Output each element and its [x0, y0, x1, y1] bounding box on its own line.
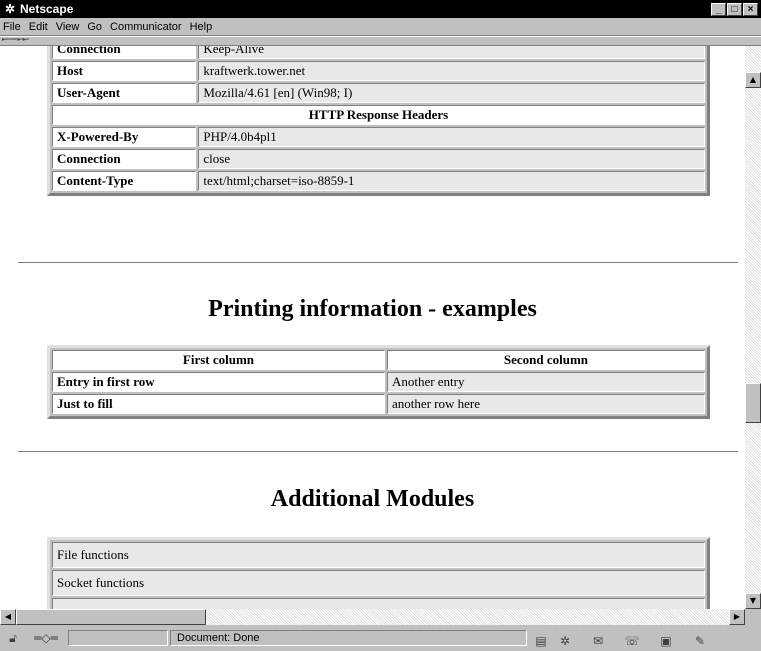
vertical-scroll-thumb[interactable]	[745, 383, 761, 423]
request-headers-table: Connection Keep-Alive Host kraftwerk.tow…	[47, 46, 710, 196]
scrollbar-corner	[745, 609, 761, 625]
menu-bar: File Edit View Go Communicator Help	[0, 18, 761, 36]
window-title: Netscape	[20, 2, 74, 16]
table-cell: Entry in first row	[52, 372, 385, 392]
table-row	[52, 598, 705, 609]
header-key: X-Powered-By	[52, 127, 197, 147]
header-value: kraftwerk.tower.net	[198, 61, 705, 81]
status-message-field: Document: Done	[170, 630, 527, 646]
status-text: Document: Done	[177, 632, 260, 644]
toolbar-grip-tabs[interactable]: ▸▫▫▫▫▫▫▫▫▫▫▫▫▸▫▫▫▸▫▫▫	[2, 37, 72, 43]
close-button[interactable]: ×	[743, 2, 758, 16]
header-value: Keep-Alive	[198, 46, 705, 59]
table-row: Host kraftwerk.tower.net	[52, 61, 705, 81]
table-row: Just to fill another row here	[52, 394, 705, 414]
netscape-window: ✲ Netscape _ □ × File Edit View Go Commu…	[0, 0, 761, 651]
address-book-icon[interactable]: ▣	[655, 634, 677, 648]
divider	[18, 262, 738, 264]
horizontal-scrollbar[interactable]: ◀ ▶	[0, 609, 745, 625]
component-bar: ▤ ✲ ✉ ☏ ▣ ✎	[529, 630, 761, 648]
printing-table: First column Second column Entry in firs…	[47, 345, 710, 419]
menu-help[interactable]: Help	[190, 21, 213, 33]
header-key: Connection	[52, 46, 197, 59]
response-headers-heading: HTTP Response Headers	[52, 105, 705, 125]
status-bar: 🔓︎ ═◇═ Document: Done ▤ ✲ ✉ ☏ ▣ ✎	[0, 627, 761, 651]
menu-file[interactable]: File	[3, 21, 21, 33]
divider	[18, 451, 738, 453]
scroll-up-icon[interactable]: ▲	[745, 72, 761, 88]
header-value: close	[198, 149, 705, 169]
header-key: Content-Type	[52, 171, 197, 191]
mailbox-icon[interactable]: ✉	[587, 634, 609, 648]
table-row: HTTP Response Headers	[52, 105, 705, 125]
module-item	[52, 598, 705, 609]
header-value: text/html;charset=iso-8859-1	[198, 171, 705, 191]
table-cell: Just to fill	[52, 394, 385, 414]
table-row: Content-Type text/html;charset=iso-8859-…	[52, 171, 705, 191]
discussion-groups-icon[interactable]: ☏	[621, 634, 643, 648]
table-row: Socket functions	[52, 570, 705, 596]
connection-status-icon: ═◇═	[34, 631, 58, 645]
header-key: Connection	[52, 149, 197, 169]
module-item: File functions	[52, 542, 705, 568]
header-value: Mozilla/4.61 [en] (Win98; I)	[198, 83, 705, 103]
menu-go[interactable]: Go	[87, 21, 102, 33]
collapsed-toolbars[interactable]: ▸▫▫▫▫▫▫▫▫▫▫▫▫▸▫▫▫▸▫▫▫	[0, 36, 761, 46]
horizontal-scroll-thumb[interactable]	[16, 609, 206, 625]
grip-icon[interactable]: ▤	[533, 634, 549, 648]
title-bar: ✲ Netscape _ □ ×	[0, 0, 761, 18]
header-value: PHP/4.0b4pl1	[198, 127, 705, 147]
table-row: First column Second column	[52, 350, 705, 370]
security-lock-icon[interactable]: 🔓︎	[4, 631, 22, 645]
scroll-right-icon[interactable]: ▶	[729, 609, 745, 625]
column-header: Second column	[386, 350, 705, 370]
table-cell: Another entry	[386, 372, 705, 392]
module-item: Socket functions	[52, 570, 705, 596]
menu-communicator[interactable]: Communicator	[110, 21, 182, 33]
table-cell: another row here	[386, 394, 705, 414]
scroll-left-icon[interactable]: ◀	[0, 609, 16, 625]
modules-table: File functions Socket functions	[47, 537, 710, 609]
header-key: User-Agent	[52, 83, 197, 103]
header-key: Host	[52, 61, 197, 81]
table-row: File functions	[52, 542, 705, 568]
composer-icon[interactable]: ✎	[689, 634, 711, 648]
column-header: First column	[52, 350, 385, 370]
table-row: Connection Keep-Alive	[52, 46, 705, 59]
page-content: Connection Keep-Alive Host kraftwerk.tow…	[0, 46, 745, 609]
maximize-button[interactable]: □	[727, 2, 742, 16]
vertical-scrollbar[interactable]: ▲ ▼	[745, 46, 761, 609]
table-row: Entry in first row Another entry	[52, 372, 705, 392]
printing-heading: Printing information - examples	[208, 296, 537, 322]
modules-heading: Additional Modules	[270, 486, 475, 512]
minimize-button[interactable]: _	[711, 2, 726, 16]
menu-edit[interactable]: Edit	[29, 21, 48, 33]
netscape-app-icon[interactable]: ✲	[3, 2, 17, 16]
table-row: Connection close	[52, 149, 705, 169]
table-row: User-Agent Mozilla/4.61 [en] (Win98; I)	[52, 83, 705, 103]
menu-view[interactable]: View	[56, 21, 80, 33]
navigator-icon[interactable]: ✲	[555, 634, 575, 648]
table-row: X-Powered-By PHP/4.0b4pl1	[52, 127, 705, 147]
scroll-down-icon[interactable]: ▼	[745, 593, 761, 609]
progress-bar	[68, 630, 168, 646]
